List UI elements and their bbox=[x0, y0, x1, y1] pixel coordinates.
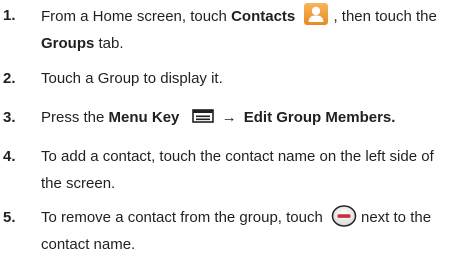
contacts-label: Contacts bbox=[231, 8, 296, 25]
step-text: From a Home screen, touch Contacts , the… bbox=[41, 2, 471, 57]
step-number: 1. bbox=[3, 7, 16, 24]
step-3-text-start: Press the bbox=[41, 109, 109, 126]
step-number: 5. bbox=[3, 209, 16, 226]
step-5-line-2: contact name. bbox=[41, 236, 136, 253]
step-text: To remove a contact from the group, touc… bbox=[41, 204, 471, 258]
step-4-line-1: To add a contact, touch the contact name… bbox=[41, 148, 434, 165]
step-text: Touch a Group to display it. bbox=[41, 70, 223, 87]
arrow-icon: → bbox=[221, 109, 237, 126]
step-number: 4. bbox=[3, 148, 16, 165]
remove-icon bbox=[331, 205, 357, 227]
instruction-steps: 1. From a Home screen, touch Contacts , … bbox=[0, 0, 473, 260]
step-1-text-tab: tab. bbox=[94, 35, 124, 52]
menu-key-icon bbox=[191, 105, 214, 123]
groups-label: Groups bbox=[41, 35, 95, 52]
step-text: To add a contact, touch the contact name… bbox=[41, 143, 471, 197]
edit-group-members-label: Edit Group Members. bbox=[243, 109, 396, 126]
step-4-line-2: the screen. bbox=[41, 175, 116, 192]
step-number: 2. bbox=[3, 70, 16, 87]
contacts-icon bbox=[303, 2, 329, 26]
menu-key-label: Menu Key bbox=[108, 109, 180, 126]
step-5-text-start: To remove a contact from the group, touc… bbox=[41, 209, 323, 226]
step-5-text-end: next to the bbox=[361, 209, 432, 226]
step-1-text-end: , then touch the bbox=[333, 8, 437, 25]
step-1-text-start: From a Home screen, touch bbox=[41, 8, 232, 25]
step-number: 3. bbox=[3, 109, 16, 126]
step-text: Press the Menu Key → Edit Group Members. bbox=[41, 104, 471, 131]
